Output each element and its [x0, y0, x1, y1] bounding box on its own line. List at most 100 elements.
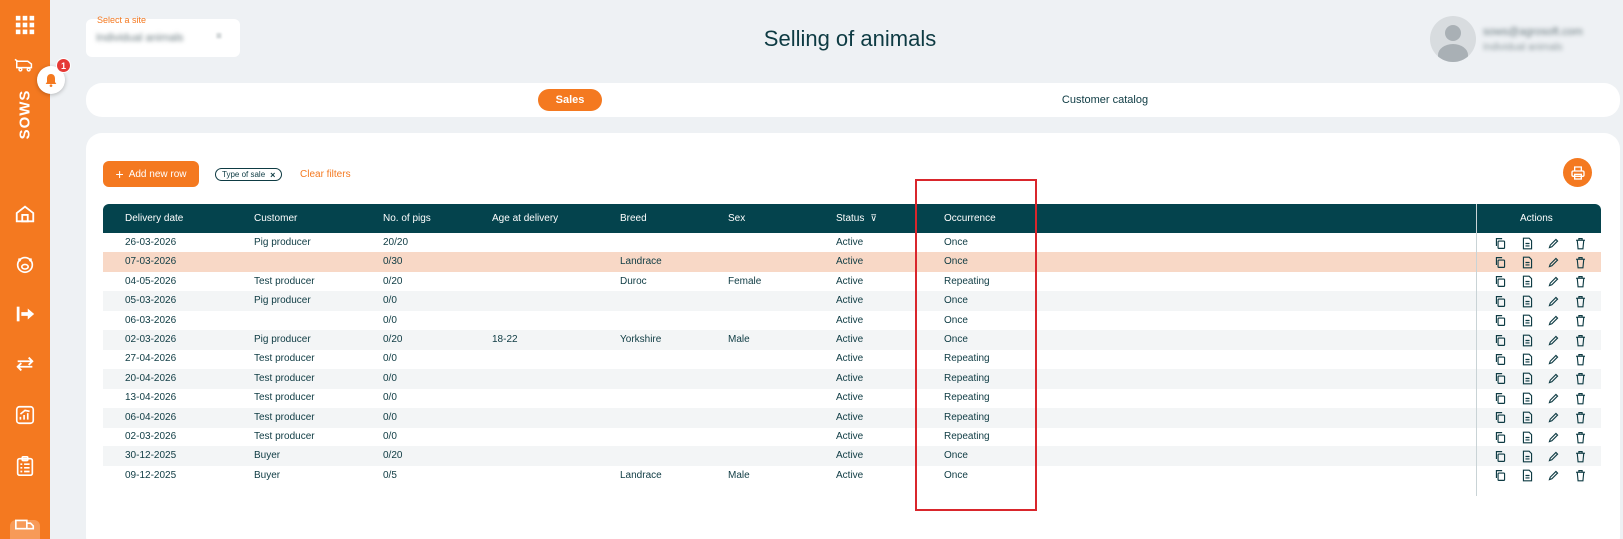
col-age-at-delivery[interactable]: Age at delivery	[492, 204, 558, 233]
document-icon[interactable]	[1519, 351, 1535, 367]
delete-icon[interactable]	[1572, 351, 1588, 367]
cell-pigs: 0/0	[383, 372, 397, 384]
table-row[interactable]: 02-03-2026 Pig producer 0/20 18-22 Yorkshire…	[103, 330, 1601, 350]
brand-logo: SOWS	[11, 88, 39, 140]
tab-customer-catalog[interactable]: Customer catalog	[1040, 89, 1170, 111]
col-delivery-date[interactable]: Delivery date	[125, 204, 183, 233]
edit-icon[interactable]	[1545, 274, 1561, 290]
tab-sales[interactable]: Sales	[538, 89, 602, 111]
document-icon[interactable]	[1519, 410, 1535, 426]
col-no-of-pigs[interactable]: No. of pigs	[383, 204, 431, 233]
document-icon[interactable]	[1519, 235, 1535, 251]
edit-icon[interactable]	[1545, 429, 1561, 445]
edit-icon[interactable]	[1545, 410, 1561, 426]
document-icon[interactable]	[1519, 448, 1535, 464]
copy-icon[interactable]	[1492, 254, 1508, 270]
exit-arrow-icon[interactable]	[13, 302, 37, 326]
table-row[interactable]: 09-12-2025 Buyer 0/5 Landrace Male Active Once	[103, 466, 1601, 486]
edit-icon[interactable]	[1545, 371, 1561, 387]
document-icon[interactable]	[1519, 468, 1535, 484]
document-icon[interactable]	[1519, 390, 1535, 406]
table-row[interactable]: 13-04-2026 Test producer 0/0 Active Repeatin…	[103, 388, 1601, 408]
edit-icon[interactable]	[1545, 332, 1561, 348]
document-icon[interactable]	[1519, 429, 1535, 445]
edit-icon[interactable]	[1545, 351, 1561, 367]
table-row[interactable]: 26-03-2026 Pig producer 20/20 Active Once	[103, 233, 1601, 253]
cell-customer: Test producer	[254, 431, 315, 442]
edit-icon[interactable]	[1545, 313, 1561, 329]
copy-icon[interactable]	[1492, 410, 1508, 426]
add-new-row-button[interactable]: + Add new row	[103, 161, 199, 187]
cell-status: Active	[836, 353, 864, 365]
truck-icon[interactable]	[13, 513, 37, 537]
cell-customer: Test producer	[254, 392, 315, 404]
delete-icon[interactable]	[1572, 274, 1588, 290]
copy-icon[interactable]	[1492, 332, 1508, 348]
col-customer[interactable]: Customer	[254, 204, 297, 233]
print-button[interactable]	[1563, 158, 1592, 187]
copy-icon[interactable]	[1492, 351, 1508, 367]
delete-icon[interactable]	[1572, 448, 1588, 464]
col-breed[interactable]: Breed	[620, 204, 647, 233]
delete-icon[interactable]	[1572, 332, 1588, 348]
table-row[interactable]: 27-04-2026 Test producer 0/0 Active Repeatin…	[103, 349, 1601, 369]
filter-icon[interactable]: ⊽	[870, 213, 877, 223]
pig-icon[interactable]	[13, 252, 37, 276]
cell-sex: Male	[728, 334, 750, 345]
site-selector-label: Select a site	[97, 15, 147, 25]
copy-icon[interactable]	[1492, 274, 1508, 290]
checklist-icon[interactable]	[13, 454, 37, 478]
cell-pigs: 0/0	[383, 295, 397, 307]
delete-icon[interactable]	[1572, 390, 1588, 406]
notification-badge: 1	[56, 58, 71, 73]
delete-icon[interactable]	[1572, 293, 1588, 309]
copy-icon[interactable]	[1492, 429, 1508, 445]
col-sex[interactable]: Sex	[728, 204, 745, 233]
table-row[interactable]: 30-12-2025 Buyer 0/20 Active Once	[103, 446, 1601, 467]
copy-icon[interactable]	[1492, 390, 1508, 406]
copy-icon[interactable]	[1492, 448, 1508, 464]
edit-icon[interactable]	[1545, 254, 1561, 270]
cell-customer: Pig producer	[254, 334, 311, 345]
document-icon[interactable]	[1519, 254, 1535, 270]
delete-icon[interactable]	[1572, 235, 1588, 251]
copy-icon[interactable]	[1492, 468, 1508, 484]
filter-chip-label: Type of sale	[222, 170, 266, 179]
copy-icon[interactable]	[1492, 293, 1508, 309]
copy-icon[interactable]	[1492, 313, 1508, 329]
edit-icon[interactable]	[1545, 293, 1561, 309]
edit-icon[interactable]	[1545, 448, 1561, 464]
table-row[interactable]: 07-03-2026 0/30 Landrace Active Once	[103, 252, 1601, 273]
avatar[interactable]	[1430, 16, 1476, 62]
cell-date: 06-04-2026	[125, 411, 177, 423]
col-status[interactable]: Status ⊽	[836, 204, 877, 233]
document-icon[interactable]	[1519, 293, 1535, 309]
table-row[interactable]: 06-04-2026 Test producer 0/0 Active Repeatin…	[103, 407, 1601, 428]
clear-filters-link[interactable]: Clear filters	[300, 169, 351, 180]
delete-icon[interactable]	[1572, 371, 1588, 387]
delete-icon[interactable]	[1572, 468, 1588, 484]
home-icon[interactable]	[13, 202, 37, 226]
table-row[interactable]: 05-03-2026 Pig producer 0/0 Active Once	[103, 291, 1601, 312]
delete-icon[interactable]	[1572, 313, 1588, 329]
delete-icon[interactable]	[1572, 254, 1588, 270]
transfer-icon[interactable]	[13, 352, 37, 376]
edit-icon[interactable]	[1545, 235, 1561, 251]
delete-icon[interactable]	[1572, 429, 1588, 445]
table-row[interactable]: 20-04-2026 Test producer 0/0 Active Repeatin…	[103, 368, 1601, 389]
document-icon[interactable]	[1519, 371, 1535, 387]
copy-icon[interactable]	[1492, 371, 1508, 387]
table-row[interactable]: 06-03-2026 0/0 Active Once	[103, 311, 1601, 331]
filter-chip-type-of-sale[interactable]: Type of sale ×	[215, 168, 283, 181]
delete-icon[interactable]	[1572, 410, 1588, 426]
table-row[interactable]: 02-03-2026 Test producer 0/0 Active Repeatin…	[103, 427, 1601, 447]
table-row[interactable]: 04-05-2026 Test producer 0/20 Duroc Female Ac…	[103, 272, 1601, 292]
close-icon[interactable]: ×	[270, 170, 275, 180]
chart-icon[interactable]	[13, 403, 37, 427]
copy-icon[interactable]	[1492, 235, 1508, 251]
edit-icon[interactable]	[1545, 390, 1561, 406]
edit-icon[interactable]	[1545, 468, 1561, 484]
document-icon[interactable]	[1519, 313, 1535, 329]
document-icon[interactable]	[1519, 274, 1535, 290]
document-icon[interactable]	[1519, 332, 1535, 348]
